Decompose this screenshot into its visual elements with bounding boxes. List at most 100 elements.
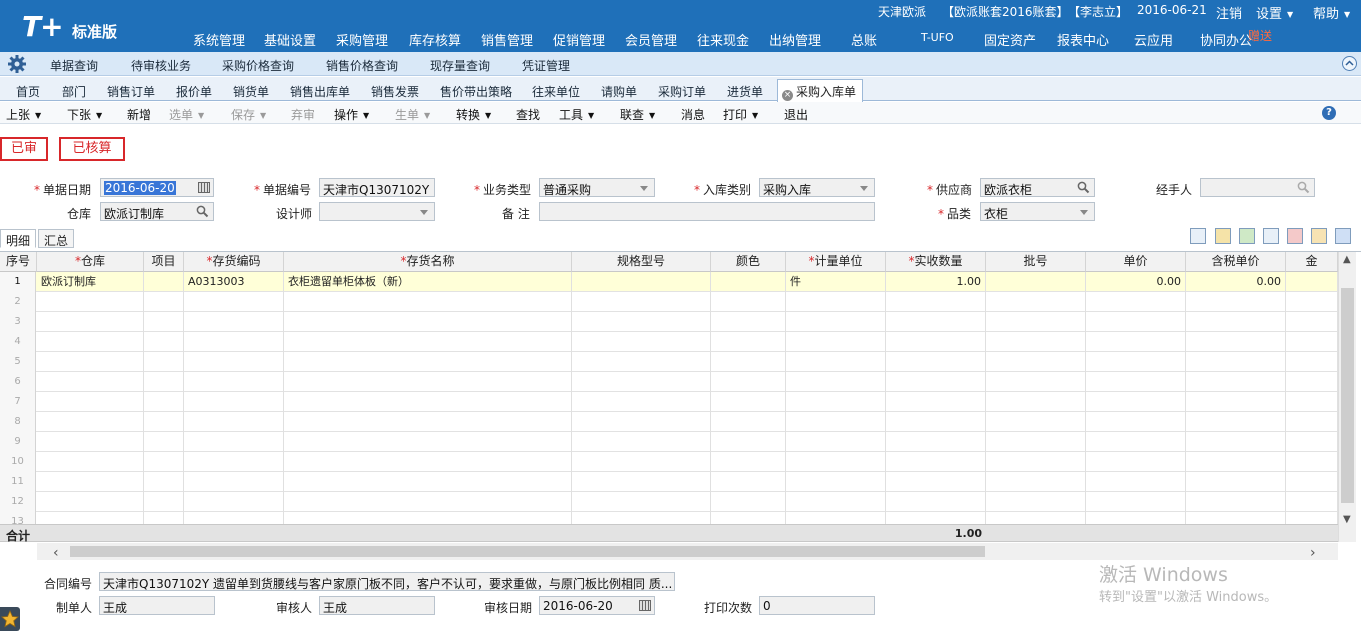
tab-3[interactable]: 报价单 bbox=[176, 83, 212, 100]
nav-item-13[interactable]: 云应用 bbox=[1134, 30, 1173, 49]
cell-unit[interactable] bbox=[786, 352, 886, 372]
find-icon[interactable] bbox=[1263, 228, 1279, 244]
column-header-3[interactable]: *存货编码 bbox=[184, 252, 284, 272]
chevron-up-icon[interactable]: ▲ bbox=[1343, 254, 1351, 265]
cell-warehouse[interactable] bbox=[37, 332, 144, 352]
scroll-thumb[interactable] bbox=[1341, 288, 1354, 503]
nav-item-8[interactable]: 出纳管理 bbox=[769, 30, 821, 49]
cell-qty[interactable] bbox=[886, 312, 986, 332]
cell-spec[interactable] bbox=[572, 372, 711, 392]
cell-tax_price[interactable] bbox=[1186, 332, 1286, 352]
nav-item-5[interactable]: 促销管理 bbox=[553, 30, 605, 49]
column-header-12[interactable]: 金 bbox=[1286, 252, 1338, 272]
cell-color[interactable] bbox=[711, 312, 786, 332]
picture-icon[interactable] bbox=[1287, 228, 1303, 244]
cell-code[interactable] bbox=[184, 332, 284, 352]
cell-name[interactable] bbox=[284, 472, 572, 492]
table-row[interactable]: 12 bbox=[0, 492, 1338, 512]
cell-price[interactable] bbox=[1086, 412, 1186, 432]
cell-qty[interactable] bbox=[886, 292, 986, 312]
nav-item-6[interactable]: 会员管理 bbox=[625, 30, 677, 49]
cell-qty[interactable] bbox=[886, 372, 986, 392]
tab-10[interactable]: 采购订单 bbox=[658, 83, 706, 100]
cell-batch[interactable] bbox=[986, 432, 1086, 452]
cell-name[interactable] bbox=[284, 312, 572, 332]
cell-color[interactable] bbox=[711, 492, 786, 512]
cell-spec[interactable] bbox=[572, 352, 711, 372]
cell-qty[interactable] bbox=[886, 472, 986, 492]
column-header-4[interactable]: *存货名称 bbox=[284, 252, 572, 272]
table-row[interactable]: 5 bbox=[0, 352, 1338, 372]
cell-qty[interactable] bbox=[886, 432, 986, 452]
cell-batch[interactable] bbox=[986, 392, 1086, 412]
cell-price[interactable] bbox=[1086, 472, 1186, 492]
cell-warehouse[interactable] bbox=[37, 412, 144, 432]
cell-project[interactable] bbox=[144, 432, 184, 452]
cell-warehouse[interactable] bbox=[37, 492, 144, 512]
cell-code[interactable] bbox=[184, 292, 284, 312]
cell-unit[interactable] bbox=[786, 492, 886, 512]
cell-spec[interactable] bbox=[572, 292, 711, 312]
tab-1[interactable]: 部门 bbox=[62, 83, 86, 100]
cell-code[interactable] bbox=[184, 492, 284, 512]
table-row[interactable]: 2 bbox=[0, 292, 1338, 312]
column-header-9[interactable]: 批号 bbox=[986, 252, 1086, 272]
horizontal-scrollbar[interactable]: ‹ › bbox=[37, 543, 1338, 561]
cell-amount[interactable] bbox=[1286, 452, 1338, 472]
table-row[interactable]: 4 bbox=[0, 332, 1338, 352]
cell-tax_price[interactable] bbox=[1186, 372, 1286, 392]
supplier-field[interactable]: 欧派衣柜 bbox=[980, 178, 1095, 197]
cell-spec[interactable] bbox=[572, 472, 711, 492]
cell-name[interactable] bbox=[284, 332, 572, 352]
cell-batch[interactable] bbox=[986, 332, 1086, 352]
column-header-0[interactable]: 序号 bbox=[0, 252, 37, 272]
cell-tax_price[interactable] bbox=[1186, 432, 1286, 452]
cell-tax_price[interactable] bbox=[1186, 292, 1286, 312]
cell-color[interactable] bbox=[711, 392, 786, 412]
nav-item-0[interactable]: 系统管理 bbox=[193, 30, 245, 49]
tab-5[interactable]: 销售出库单 bbox=[290, 83, 350, 100]
cell-qty[interactable] bbox=[886, 392, 986, 412]
cell-amount[interactable] bbox=[1286, 312, 1338, 332]
toolbar-button-7[interactable]: 生单 ▼ bbox=[395, 106, 430, 123]
cell-qty[interactable] bbox=[886, 352, 986, 372]
cell-tax_price[interactable] bbox=[1186, 392, 1286, 412]
quick-link-1[interactable]: 待审核业务 bbox=[131, 57, 191, 74]
cell-tax_price[interactable] bbox=[1186, 472, 1286, 492]
cell-spec[interactable] bbox=[572, 412, 711, 432]
date-field[interactable]: 2016-06-20 bbox=[100, 178, 214, 197]
column-header-7[interactable]: *计量单位 bbox=[786, 252, 886, 272]
cell-warehouse[interactable] bbox=[37, 352, 144, 372]
cell-unit[interactable] bbox=[786, 472, 886, 492]
column-header-8[interactable]: *实收数量 bbox=[886, 252, 986, 272]
cell-amount[interactable] bbox=[1286, 472, 1338, 492]
tab-4[interactable]: 销货单 bbox=[233, 83, 269, 100]
cell-color[interactable] bbox=[711, 452, 786, 472]
cell-price[interactable] bbox=[1086, 392, 1186, 412]
nav-item-12[interactable]: 报表中心 bbox=[1057, 30, 1109, 49]
toolbar-button-13[interactable]: 打印 ▼ bbox=[723, 106, 758, 123]
receipt-type-select[interactable]: 采购入库 bbox=[759, 178, 875, 197]
search-icon[interactable] bbox=[1077, 181, 1090, 194]
copy-icon[interactable] bbox=[1190, 228, 1206, 244]
tab-2[interactable]: 销售订单 bbox=[107, 83, 155, 100]
nav-item-7[interactable]: 往来现金 bbox=[697, 30, 749, 49]
cell-qty[interactable] bbox=[886, 412, 986, 432]
nav-item-14[interactable]: 协同办公 bbox=[1200, 30, 1252, 49]
toolbar-button-9[interactable]: 查找 bbox=[516, 106, 540, 123]
cell-batch[interactable] bbox=[986, 372, 1086, 392]
cell-batch[interactable] bbox=[986, 472, 1086, 492]
cell-project[interactable] bbox=[144, 352, 184, 372]
toolbar-button-10[interactable]: 工具 ▼ bbox=[559, 106, 594, 123]
toolbar-button-0[interactable]: 上张 ▼ bbox=[6, 106, 41, 123]
cell-warehouse[interactable] bbox=[37, 472, 144, 492]
table-row[interactable]: 8 bbox=[0, 412, 1338, 432]
cell-code[interactable] bbox=[184, 312, 284, 332]
category-select[interactable]: 衣柜 bbox=[980, 202, 1095, 221]
tab-8[interactable]: 往来单位 bbox=[532, 83, 580, 100]
cell-color[interactable] bbox=[711, 412, 786, 432]
cell-color[interactable] bbox=[711, 472, 786, 492]
cell-amount[interactable] bbox=[1286, 392, 1338, 412]
cell-project[interactable] bbox=[144, 272, 184, 292]
cell-project[interactable] bbox=[144, 412, 184, 432]
